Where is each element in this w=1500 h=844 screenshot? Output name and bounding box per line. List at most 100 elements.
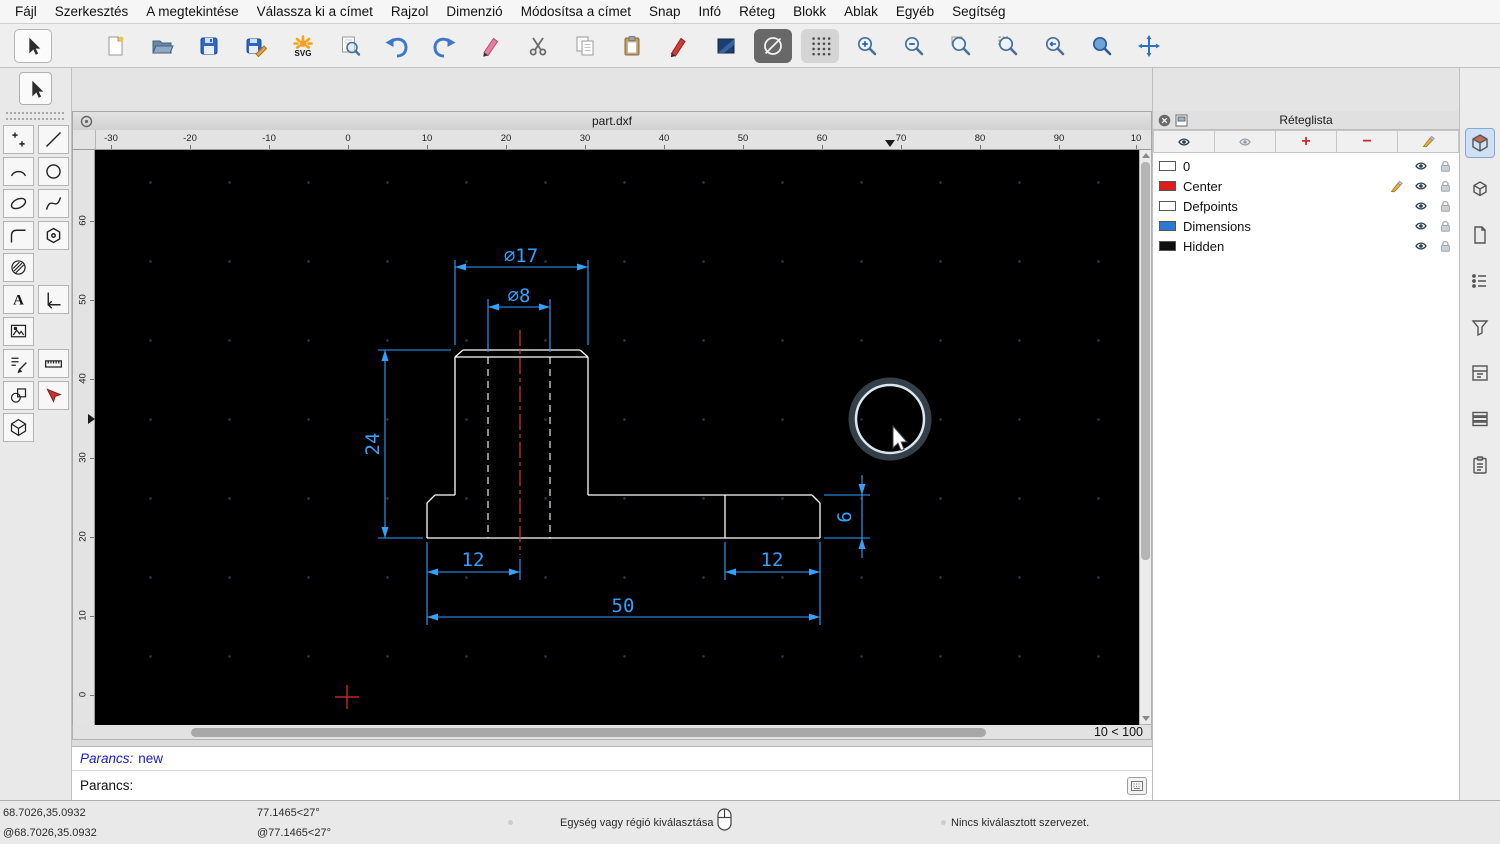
dock-clipboard-button[interactable] — [1465, 450, 1495, 480]
zoom-select-button[interactable] — [989, 29, 1027, 63]
menu-misc[interactable]: Egyéb — [887, 4, 943, 19]
zoom-previous-button[interactable] — [1036, 29, 1074, 63]
layer-color-swatch[interactable] — [1159, 181, 1176, 191]
layer-color-swatch[interactable] — [1159, 221, 1176, 231]
attributes-button[interactable] — [707, 29, 745, 63]
menu-draw[interactable]: Rajzol — [382, 4, 438, 19]
layer-color-swatch[interactable] — [1159, 161, 1176, 171]
isometric-tool[interactable] — [3, 413, 34, 442]
new-document-button[interactable] — [96, 29, 134, 63]
pan-button[interactable] — [1130, 29, 1168, 63]
menu-layer[interactable]: Réteg — [730, 4, 784, 19]
document-titlebar[interactable]: part.dxf — [72, 111, 1152, 130]
layer-row-dimensions[interactable]: Dimensions — [1153, 216, 1459, 236]
dock-layer-list-button[interactable] — [1465, 266, 1495, 296]
part-outline[interactable] — [427, 350, 820, 538]
layer-visibility-toggle[interactable] — [1414, 220, 1428, 232]
scroll-up-arrow[interactable] — [1142, 153, 1150, 158]
dimension-tool[interactable] — [38, 285, 69, 314]
selection-tool-button[interactable] — [19, 72, 52, 105]
undo-button[interactable] — [378, 29, 416, 63]
spline-tool[interactable] — [38, 189, 69, 218]
circle-tool[interactable] — [38, 157, 69, 186]
menu-help[interactable]: Segítség — [943, 4, 1014, 19]
scroll-down-arrow[interactable] — [1142, 716, 1150, 721]
select-tool-button[interactable] — [14, 29, 52, 63]
layer-visibility-toggle[interactable] — [1414, 160, 1428, 172]
command-input[interactable] — [139, 775, 1127, 797]
layer-row-center[interactable]: Center — [1153, 176, 1459, 196]
layer-color-swatch[interactable] — [1159, 201, 1176, 211]
menu-window[interactable]: Ablak — [835, 4, 887, 19]
menu-select[interactable]: Válassza ki a címet — [248, 4, 382, 19]
dock-properties-button[interactable] — [1465, 358, 1495, 388]
text-tool[interactable]: A — [3, 285, 34, 314]
order-tool[interactable] — [3, 349, 34, 378]
line-tool[interactable] — [38, 125, 69, 154]
menu-dimension[interactable]: Dimenzió — [437, 4, 511, 19]
vertical-scroll-thumb[interactable] — [1141, 162, 1150, 560]
paste-button[interactable] — [613, 29, 651, 63]
save-button[interactable] — [190, 29, 228, 63]
zoom-in-button[interactable] — [848, 29, 886, 63]
layer-lock-toggle[interactable] — [1439, 160, 1452, 172]
dimension-labels[interactable]: ⌀17 ⌀8 24 6 12 12 50 — [362, 245, 856, 617]
dock-block-list-button[interactable] — [1465, 174, 1495, 204]
layer-lock-toggle[interactable] — [1439, 220, 1452, 232]
menu-snap[interactable]: Snap — [640, 4, 690, 19]
points-tool[interactable] — [3, 125, 34, 154]
print-preview-button[interactable] — [331, 29, 369, 63]
hidden-hole-lines[interactable] — [488, 357, 550, 538]
dock-page-button[interactable] — [1465, 220, 1495, 250]
redo-button[interactable] — [425, 29, 463, 63]
menu-block[interactable]: Blokk — [784, 4, 835, 19]
menu-view[interactable]: A megtekintése — [137, 4, 247, 19]
hatch-tool[interactable] — [3, 253, 34, 282]
polygon-tool[interactable] — [38, 221, 69, 250]
image-tool[interactable] — [3, 317, 34, 346]
layer-color-swatch[interactable] — [1159, 241, 1176, 251]
zoom-out-button[interactable] — [895, 29, 933, 63]
menu-file[interactable]: Fájl — [6, 4, 46, 19]
float-panel-button[interactable] — [1175, 114, 1188, 127]
shapes-tool[interactable] — [3, 381, 34, 410]
zoom-window-button[interactable] — [1083, 29, 1121, 63]
zoom-auto-button[interactable] — [942, 29, 980, 63]
curve-tool[interactable] — [3, 221, 34, 250]
arc-tool[interactable] — [3, 157, 34, 186]
add-layer-button[interactable]: + — [1276, 130, 1337, 153]
command-options-button[interactable] — [1127, 777, 1147, 795]
ellipse-tool[interactable] — [3, 189, 34, 218]
copy-button[interactable] — [566, 29, 604, 63]
modify-tool[interactable] — [38, 381, 69, 410]
layer-visibility-toggle[interactable] — [1414, 180, 1428, 192]
cut-button[interactable] — [519, 29, 557, 63]
panel-drag-handle[interactable] — [6, 112, 64, 120]
layer-row-0[interactable]: 0 — [1153, 156, 1459, 176]
close-panel-button[interactable] — [1158, 114, 1171, 127]
measure-tool[interactable] — [38, 349, 69, 378]
layer-lock-toggle[interactable] — [1439, 200, 1452, 212]
hide-all-layers-button[interactable] — [1215, 130, 1276, 153]
edit-pen-button[interactable] — [660, 29, 698, 63]
dock-library-browser-button[interactable] — [1465, 128, 1495, 158]
remove-layer-button[interactable]: − — [1337, 130, 1398, 153]
layer-lock-toggle[interactable] — [1439, 240, 1452, 252]
menu-edit[interactable]: Szerkesztés — [46, 4, 138, 19]
layer-visibility-toggle[interactable] — [1414, 240, 1428, 252]
export-svg-button[interactable]: SVG — [284, 29, 322, 63]
grid-toggle-button[interactable] — [801, 29, 839, 63]
dock-filter-button[interactable] — [1465, 312, 1495, 342]
menu-info[interactable]: Infó — [690, 4, 731, 19]
highlight-pen-button[interactable] — [472, 29, 510, 63]
horizontal-scrollbar[interactable] — [96, 725, 1079, 739]
drawing-canvas[interactable]: ⌀17 ⌀8 24 6 12 12 50 — [95, 150, 1139, 725]
layer-row-hidden[interactable]: Hidden — [1153, 236, 1459, 256]
menu-modify[interactable]: Módosítsa a címet — [512, 4, 640, 19]
open-button[interactable] — [143, 29, 181, 63]
edit-layer-button[interactable] — [1398, 130, 1459, 153]
dock-command-widget-button[interactable] — [1465, 404, 1495, 434]
layer-lock-toggle[interactable] — [1439, 180, 1452, 192]
horizontal-scroll-thumb[interactable] — [191, 728, 986, 737]
layer-row-defpoints[interactable]: Defpoints — [1153, 196, 1459, 216]
